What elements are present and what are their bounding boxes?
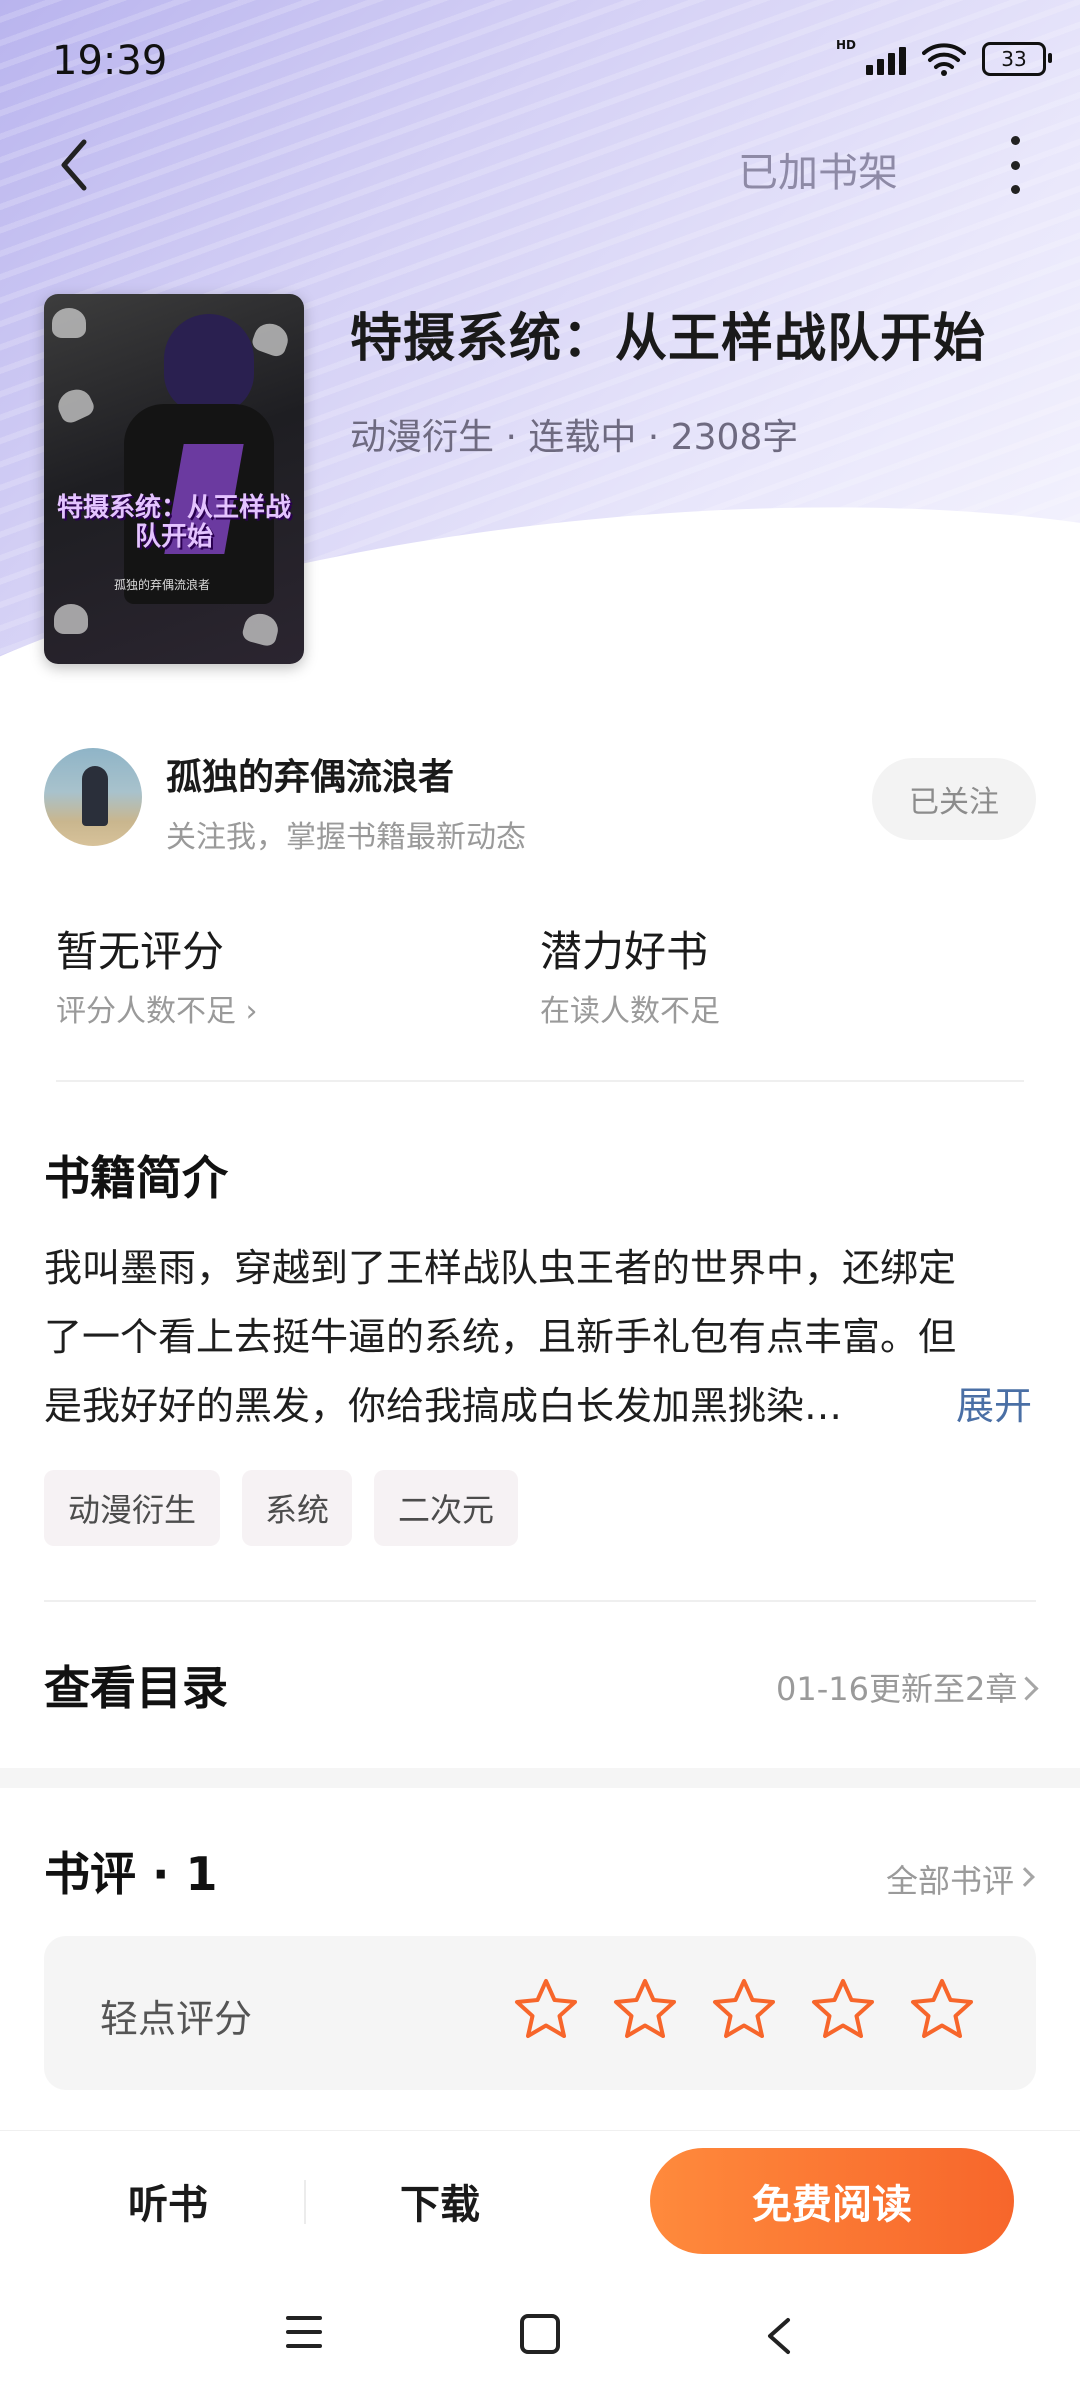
- intro-line: 我叫墨雨，穿越到了王样战队虫王者的世界中，还绑定: [44, 1246, 957, 1290]
- rate-label: 轻点评分: [100, 1997, 253, 2041]
- follow-button[interactable]: 已关注: [872, 758, 1036, 840]
- section-separator: [0, 1768, 1080, 1788]
- menu-icon[interactable]: [286, 2316, 322, 2348]
- tag-anime-derivative[interactable]: 动漫衍生: [44, 1470, 220, 1546]
- chevron-right-icon[interactable]: [1014, 1676, 1039, 1701]
- back-arrow-icon[interactable]: [50, 130, 100, 200]
- author-name[interactable]: 孤独的弃偶流浪者: [166, 748, 454, 800]
- battery-level: 33: [1001, 47, 1027, 71]
- potential-title: 潜力好书: [540, 927, 709, 976]
- back-icon[interactable]: [762, 2316, 798, 2356]
- book-meta: 动漫衍生 · 连载中 · 2308字: [350, 417, 799, 458]
- home-icon[interactable]: [520, 2314, 560, 2354]
- more-options-icon[interactable]: [1000, 130, 1030, 200]
- star-icon[interactable]: [512, 1976, 580, 2044]
- book-title: 特摄系统：从王样战队开始: [350, 309, 987, 369]
- divider: [304, 2180, 306, 2224]
- status-icons: HD 33: [836, 38, 1052, 76]
- tag-system[interactable]: 系统: [242, 1470, 352, 1546]
- status-time: 19:39: [52, 38, 168, 84]
- battery-icon: 33: [982, 42, 1052, 76]
- expand-button[interactable]: 展开: [956, 1372, 1032, 1441]
- book-cover[interactable]: 特摄系统：从王样战队开始 孤独的弃偶流浪者: [44, 294, 304, 664]
- wifi-icon: [922, 43, 966, 76]
- download-button[interactable]: 下载: [400, 2172, 480, 2230]
- listen-button[interactable]: 听书: [128, 2172, 208, 2230]
- catalog-label[interactable]: 查看目录: [44, 1652, 228, 1718]
- tag-2d[interactable]: 二次元: [374, 1470, 518, 1546]
- free-read-button[interactable]: 免费阅读: [650, 2148, 1014, 2254]
- intro-line: 是我好好的黑发，你给我搞成白长发加黑挑染…: [44, 1384, 843, 1428]
- star-icon[interactable]: [710, 1976, 778, 2044]
- chevron-right-icon[interactable]: [1015, 1867, 1035, 1887]
- divider: [56, 1080, 1024, 1082]
- intro-text[interactable]: 我叫墨雨，穿越到了王样战队虫王者的世界中，还绑定 了一个看上去挺牛逼的系统，且新…: [44, 1234, 1044, 1441]
- intro-heading: 书籍简介: [44, 1151, 228, 1205]
- star-icon[interactable]: [908, 1976, 976, 2044]
- author-subtitle: 关注我，掌握书籍最新动态: [166, 820, 526, 855]
- author-avatar[interactable]: [44, 748, 142, 846]
- network-type: HD: [835, 38, 856, 52]
- divider: [44, 1600, 1036, 1602]
- intro-line: 了一个看上去挺牛逼的系统，且新手礼包有点丰富。但: [44, 1315, 957, 1359]
- star-icon[interactable]: [611, 1976, 679, 2044]
- reviews-heading: 书评 · 1: [44, 1847, 218, 1901]
- cover-title: 特摄系统：从王样战队开始: [56, 493, 291, 552]
- shelf-status-button[interactable]: 已加书架: [738, 140, 898, 198]
- cover-author: 孤独的弃偶流浪者: [114, 578, 211, 592]
- rating-title[interactable]: 暂无评分: [56, 918, 224, 979]
- star-icon[interactable]: [809, 1976, 877, 2044]
- signal-icon: [866, 43, 906, 75]
- all-reviews-link[interactable]: 全部书评: [886, 1856, 1014, 1902]
- catalog-update[interactable]: 01-16更新至2章: [776, 1664, 1017, 1710]
- potential-subtitle: 在读人数不足: [540, 994, 720, 1029]
- rating-subtitle[interactable]: 评分人数不足 ›: [56, 986, 258, 1030]
